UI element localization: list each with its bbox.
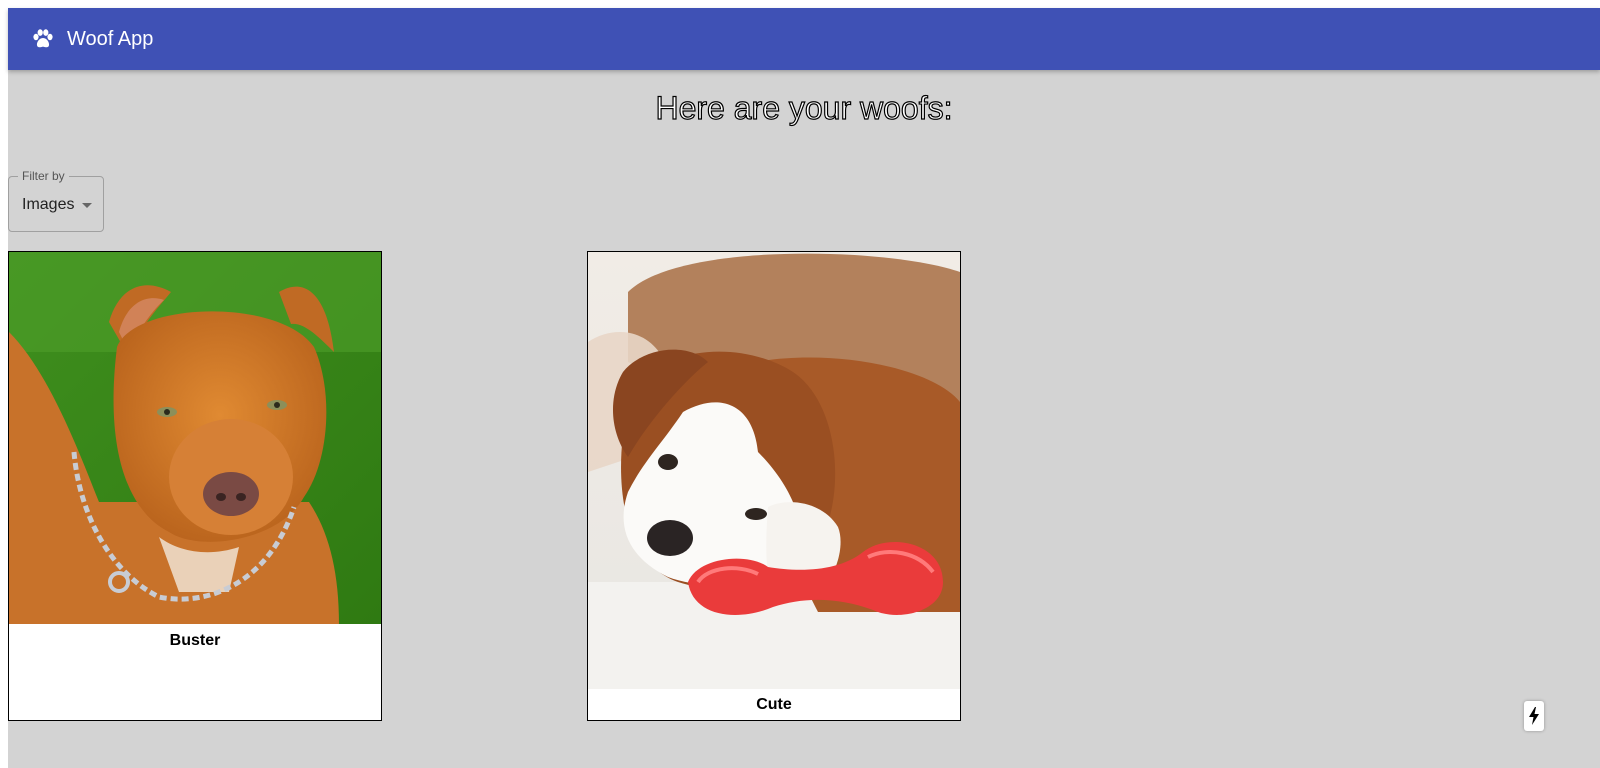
woof-card[interactable]: Buster	[8, 251, 382, 721]
filter-select[interactable]: Filter by Images	[8, 170, 104, 232]
card-caption: Cute	[756, 696, 792, 713]
bolt-glyph	[1529, 707, 1539, 725]
card-caption: Buster	[169, 632, 221, 649]
woof-card[interactable]: Cute	[587, 251, 961, 721]
filter-label: Filter by	[18, 170, 69, 183]
page-heading: Here are your woofs:	[655, 89, 953, 126]
caret-down-icon	[82, 203, 92, 208]
app-root: Woof App Here are your woofs: Filter by …	[8, 8, 1600, 768]
lightning-bolt-icon[interactable]	[1524, 701, 1544, 731]
dog-photo-buster	[9, 252, 381, 624]
paw-icon	[33, 29, 53, 48]
app-bar: Woof App	[8, 8, 1600, 70]
dog-photo-cute	[588, 252, 960, 689]
filter-selected-value: Images	[22, 196, 75, 213]
app-title: Woof App	[67, 28, 154, 50]
